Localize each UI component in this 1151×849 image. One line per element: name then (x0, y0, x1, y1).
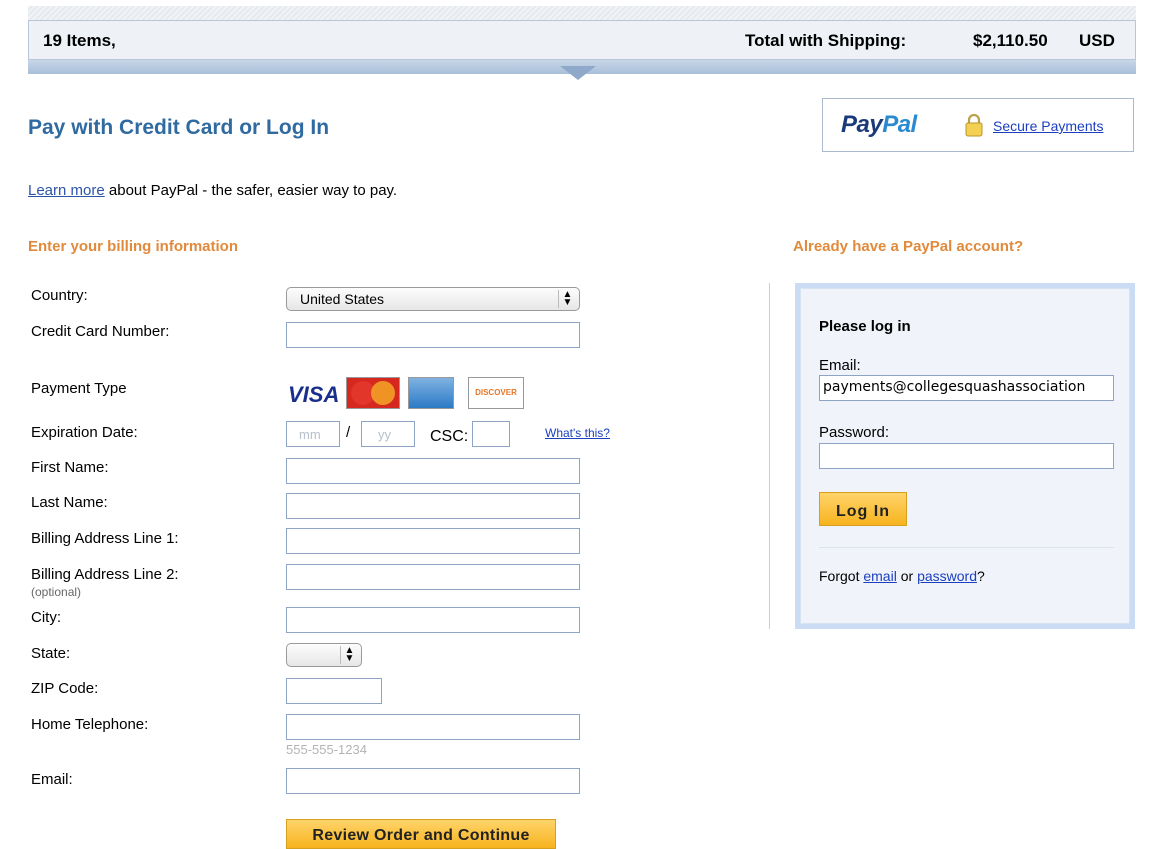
forgot-or: or (896, 568, 918, 584)
learn-more-line: Learn more about PayPal - the safer, eas… (28, 182, 397, 199)
whats-this-link[interactable]: What's this? (545, 426, 610, 440)
column-divider (769, 283, 770, 629)
total-value: $2,110.50 (973, 31, 1048, 50)
visa-icon: VISA (288, 382, 340, 407)
learn-more-text: about PayPal - the safer, easier way to … (104, 182, 398, 199)
login-panel-inner: Please log in Email: payments@collegesqu… (800, 288, 1130, 624)
login-button[interactable]: Log In (819, 492, 907, 526)
lock-icon (965, 113, 983, 137)
forgot-password-link[interactable]: password (917, 568, 977, 584)
phone-hint: 555-555-1234 (286, 742, 367, 757)
address1-input[interactable] (286, 528, 580, 554)
email-input[interactable] (286, 768, 580, 794)
payment-type-label: Payment Type (31, 380, 127, 397)
review-order-button[interactable]: Review Order and Continue (286, 819, 556, 849)
summary-box: 19 Items, Total with Shipping: $2,110.50… (28, 20, 1136, 60)
forgot-suffix: ? (976, 568, 985, 584)
forgot-line: Forgot email or password? (819, 568, 985, 584)
login-title: Please log in (819, 318, 911, 335)
city-input[interactable] (286, 607, 580, 633)
state-select[interactable]: ▲ ▼ (286, 643, 362, 667)
country-label: Country: (31, 287, 88, 304)
state-label: State: (31, 645, 71, 662)
last-name-input[interactable] (286, 493, 580, 519)
phone-label: Home Telephone: (31, 716, 149, 733)
order-summary-bar: 19 Items, Total with Shipping: $2,110.50… (28, 6, 1136, 80)
currency: USD (1079, 31, 1115, 50)
login-separator (819, 547, 1114, 548)
total-label: Total with Shipping: (745, 31, 907, 50)
country-value: United States (300, 291, 385, 307)
optional-note: (optional) (31, 585, 82, 599)
address2-label: Billing Address Line 2: (31, 566, 179, 583)
expand-caret-icon[interactable] (560, 66, 596, 80)
last-name-label: Last Name: (31, 494, 108, 511)
phone-input[interactable] (286, 714, 580, 740)
zip-input[interactable] (286, 678, 382, 704)
zip-label: ZIP Code: (31, 680, 99, 697)
login-email-input[interactable]: payments@collegesquashassociation (819, 375, 1114, 401)
amex-icon (408, 377, 454, 409)
item-count: 19 Items, (43, 31, 116, 50)
csc-label: CSC: (430, 428, 469, 445)
secure-payments-link[interactable]: Secure Payments (993, 118, 1104, 134)
address2-input[interactable] (286, 564, 580, 590)
discover-label: DISCOVER (475, 388, 517, 397)
date-separator: / (346, 424, 351, 441)
learn-more-link[interactable]: Learn more (28, 182, 105, 199)
expiry-month-input[interactable]: mm (286, 421, 340, 447)
year-placeholder: yy (378, 427, 391, 442)
card-number-input[interactable] (286, 322, 580, 348)
login-password-label: Password: (819, 424, 890, 441)
first-name-label: First Name: (31, 459, 109, 476)
paypal-badge: PayPal Secure Payments (822, 98, 1134, 152)
mastercard-icon (346, 377, 400, 409)
select-arrows-icon: ▲ ▼ (340, 646, 358, 664)
discover-icon: DISCOVER (468, 377, 524, 409)
month-placeholder: mm (299, 427, 321, 442)
forgot-prefix: Forgot (819, 568, 864, 584)
login-panel: Please log in Email: payments@collegesqu… (795, 283, 1135, 629)
page-title: Pay with Credit Card or Log In (28, 116, 330, 139)
login-password-input[interactable] (819, 443, 1114, 469)
expiry-year-input[interactable]: yy (361, 421, 415, 447)
first-name-input[interactable] (286, 458, 580, 484)
city-label: City: (31, 609, 61, 626)
address1-label: Billing Address Line 1: (31, 530, 179, 547)
select-arrows-icon: ▲ ▼ (558, 290, 576, 308)
paypal-logo: PayPal (841, 111, 917, 138)
card-number-label: Credit Card Number: (31, 323, 170, 340)
login-email-label: Email: (819, 357, 861, 374)
login-heading: Already have a PayPal account? (793, 238, 1024, 255)
csc-input[interactable] (472, 421, 510, 447)
billing-heading: Enter your billing information (28, 238, 238, 255)
expiration-label: Expiration Date: (31, 424, 138, 441)
forgot-email-link[interactable]: email (863, 568, 896, 584)
country-select[interactable]: United States ▲ ▼ (286, 287, 580, 311)
email-label: Email: (31, 771, 73, 788)
